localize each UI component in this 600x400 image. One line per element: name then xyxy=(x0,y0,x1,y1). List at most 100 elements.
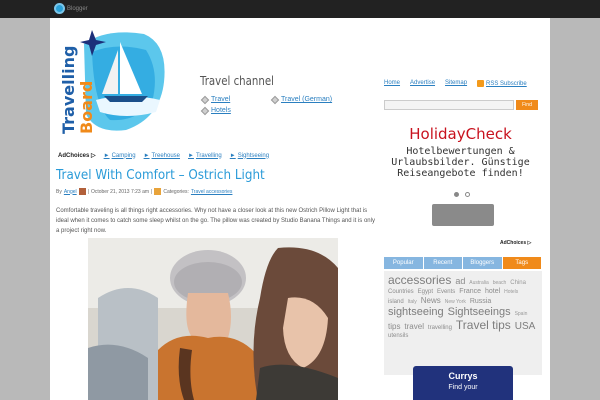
tag-link[interactable]: Sightseeings xyxy=(448,306,511,318)
bullet-icon xyxy=(270,95,280,104)
tag-link[interactable]: beach xyxy=(493,280,507,286)
ad-title: HolidayCheck xyxy=(409,125,512,143)
channel-link-label[interactable]: Travel (German) xyxy=(281,96,332,103)
ad-line: Urlaubsbilder. Günstige xyxy=(391,157,530,168)
top-nav: Home Advertise Sitemap RSS Subscribe xyxy=(384,80,527,87)
ad-button[interactable] xyxy=(432,204,494,226)
tab-popular[interactable]: Popular xyxy=(384,257,423,269)
bullet-icon xyxy=(200,106,210,115)
ad-line: Hotelbewertungen & xyxy=(406,146,515,157)
tag-link[interactable]: sightseeing xyxy=(388,306,444,318)
search-input[interactable] xyxy=(384,100,514,110)
svg-text:Board: Board xyxy=(77,81,96,134)
ad-link-label: Camping xyxy=(111,152,136,159)
carousel-dot[interactable] xyxy=(454,192,459,197)
tab-recent[interactable]: Recent xyxy=(423,257,462,269)
tag-link[interactable]: Hotels xyxy=(504,289,518,295)
tag-link[interactable]: hotel xyxy=(485,288,500,295)
bus-passengers-photo xyxy=(88,238,338,400)
sep: | xyxy=(151,188,153,195)
tag-link[interactable]: New York xyxy=(445,299,466,305)
blogger-logo[interactable]: Blogger xyxy=(54,3,88,14)
sidebar-tabs: Popular Recent Bloggers Tags xyxy=(384,257,542,269)
sailboat-logo-icon: Travelling Board xyxy=(59,30,165,134)
currys-ad[interactable]: Currys Find your xyxy=(413,366,513,400)
post-date: October 21, 2013 7:23 am xyxy=(90,188,150,195)
tag-link[interactable]: Spain xyxy=(515,311,528,317)
rss-icon xyxy=(477,80,485,87)
tag-link[interactable]: China xyxy=(510,280,526,286)
currys-line: Find your xyxy=(448,384,478,391)
ad-link-treehouse[interactable]: ► Treehouse xyxy=(144,153,180,159)
post-excerpt: Comfortable traveling is all things righ… xyxy=(56,208,375,234)
tag-link[interactable]: utensils xyxy=(388,333,408,339)
ad-link-label: Sightseeing xyxy=(237,152,270,159)
arrow-icon: ► xyxy=(103,152,110,159)
page-container: Travelling Board Travel channel Travel T… xyxy=(50,18,550,400)
nav-advertise[interactable]: Advertise xyxy=(410,80,435,87)
tag-link[interactable]: News xyxy=(421,296,441,305)
tag-link[interactable]: France xyxy=(459,288,481,295)
ad-link-label: Treehouse xyxy=(151,152,181,159)
tag-link[interactable]: ad xyxy=(455,276,465,286)
channel-link-label[interactable]: Travel xyxy=(211,96,230,103)
tab-tags[interactable]: Tags xyxy=(502,257,541,269)
tag-cloud: accessories ad Australia beach China Cou… xyxy=(384,271,542,375)
ad-text: Hotelbewertungen & Urlaubsbilder. Günsti… xyxy=(384,146,537,179)
tag-link[interactable]: travelling xyxy=(428,325,452,331)
holidaycheck-ad[interactable]: HolidayCheck Hotelbewertungen & Urlaubsb… xyxy=(384,122,537,232)
ad-link-camping[interactable]: ► Camping xyxy=(104,153,136,159)
carousel-dot[interactable] xyxy=(465,192,470,197)
category-link[interactable]: Travel accessories xyxy=(191,189,233,195)
adchoices-label[interactable]: AdChoices ▷ xyxy=(500,240,531,246)
ad-link-travelling[interactable]: ► Travelling xyxy=(188,153,222,159)
tag-link[interactable]: Russia xyxy=(470,298,491,305)
tag-link[interactable]: Countries xyxy=(388,289,414,295)
top-bar: Blogger xyxy=(0,0,600,18)
nav-sitemap[interactable]: Sitemap xyxy=(445,80,467,87)
bullet-icon xyxy=(200,95,210,104)
arrow-icon: ► xyxy=(143,152,150,159)
post-title[interactable]: Travel With Comfort – Ostrich Light xyxy=(56,168,265,183)
tag-link[interactable]: Australia xyxy=(469,280,488,286)
ad-link-label: Travelling xyxy=(195,152,222,159)
rss-label[interactable]: RSS Subscribe xyxy=(486,81,527,87)
adchoices-label[interactable]: AdChoices ▷ xyxy=(58,152,96,159)
nav-home[interactable]: Home xyxy=(384,80,400,87)
ad-links-row: AdChoices ▷ ► Camping ► Treehouse ► Travell… xyxy=(58,152,378,160)
adchoices-text: AdChoices xyxy=(500,240,527,246)
tag-link[interactable]: Egypt xyxy=(418,289,433,295)
tag-link[interactable]: island xyxy=(388,299,404,305)
site-logo[interactable]: Travelling Board xyxy=(56,22,172,136)
post-image[interactable] xyxy=(88,238,338,400)
meta-by: By xyxy=(56,188,62,195)
channel-link-travel[interactable]: Travel xyxy=(200,95,230,104)
tag-link[interactable]: accessories xyxy=(388,273,451,287)
search-form: Find xyxy=(384,100,538,110)
blogger-logo-text: Blogger xyxy=(67,5,88,12)
post-meta: By Angel | October 21, 2013 7:23 am | Ca… xyxy=(56,188,232,195)
categories-label: Categories: xyxy=(163,188,189,195)
channel-link-label[interactable]: Hotels xyxy=(211,107,231,114)
currys-brand: Currys xyxy=(448,371,478,381)
channel-link-hotels[interactable]: Hotels xyxy=(200,106,231,115)
sep: | xyxy=(87,188,89,195)
rss-subscribe[interactable]: RSS Subscribe xyxy=(477,80,527,87)
author-link[interactable]: Angel xyxy=(64,189,77,195)
channel-link-travel-german[interactable]: Travel (German) xyxy=(270,95,332,104)
tag-link[interactable]: USA xyxy=(515,321,536,332)
tag-link[interactable]: Events xyxy=(437,289,455,295)
tag-link[interactable]: Travel tips xyxy=(456,318,511,332)
tag-link[interactable]: Italy xyxy=(408,299,417,305)
channel-title: Travel channel xyxy=(200,74,274,88)
ad-link-sightseeing[interactable]: ► Sightseeing xyxy=(230,153,269,159)
tag-link[interactable]: tips xyxy=(388,322,400,331)
blogger-icon xyxy=(54,3,65,14)
tag-link[interactable]: travel xyxy=(404,322,424,331)
tab-bloggers[interactable]: Bloggers xyxy=(463,257,502,269)
avatar xyxy=(78,188,86,195)
ad-line: Reiseangebote finden! xyxy=(397,168,524,179)
find-button[interactable]: Find xyxy=(516,100,538,110)
arrow-icon: ► xyxy=(188,152,194,159)
arrow-icon: ► xyxy=(229,152,236,159)
